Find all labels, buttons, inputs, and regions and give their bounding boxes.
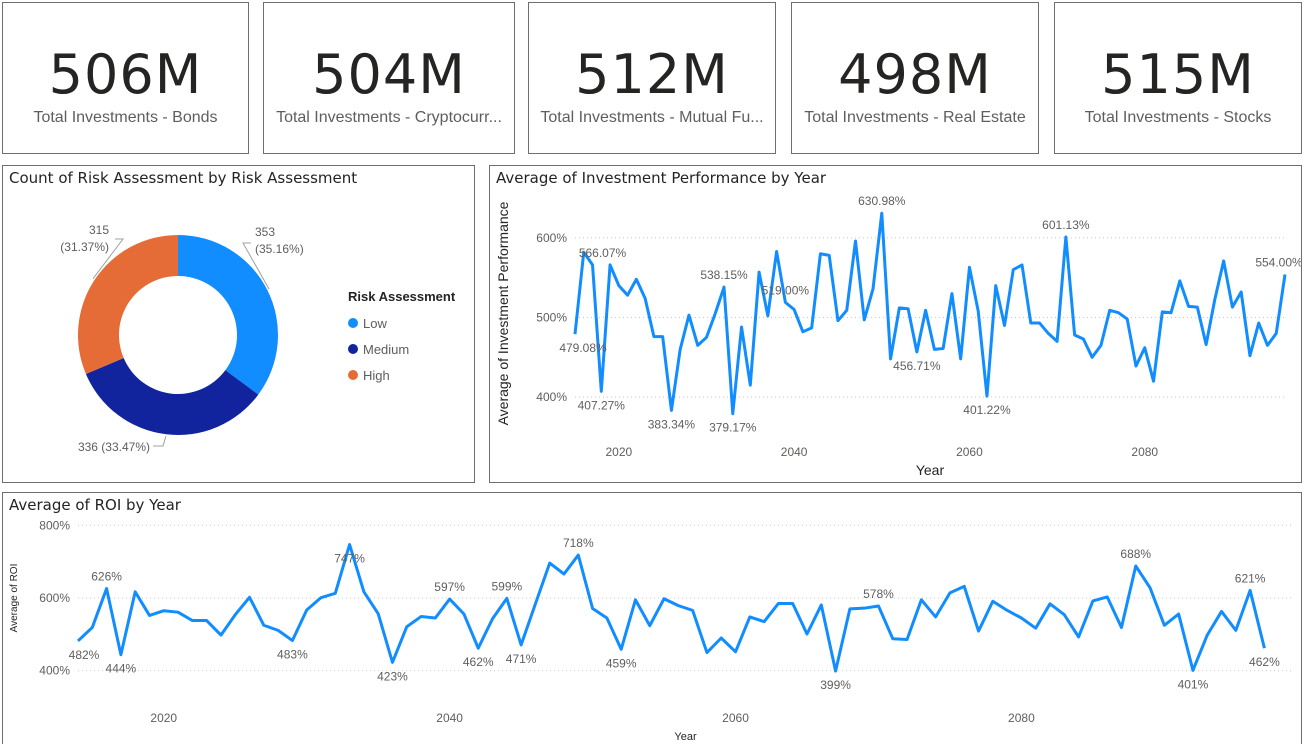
kpi-card[interactable]: 506M Total Investments - Bonds (2, 2, 249, 154)
data-label: 566.07% (579, 246, 627, 260)
legend-item-high[interactable]: High (348, 362, 455, 388)
data-label: 747% (334, 552, 365, 566)
legend-item-medium[interactable]: Medium (348, 336, 455, 362)
data-label: 482% (69, 648, 100, 662)
y-tick-label: 400% (39, 664, 70, 678)
data-label: 483% (277, 648, 308, 662)
kpi-label: Total Investments - Cryptocurr... (276, 109, 502, 126)
y-tick-label: 600% (39, 591, 70, 605)
kpi-label: Total Investments - Real Estate (804, 109, 1026, 126)
data-label: 407.27% (578, 398, 626, 412)
data-label: 718% (563, 536, 594, 550)
data-label: 626% (91, 570, 122, 584)
donut-data-label: 336 (33.47%) (78, 440, 150, 454)
y-axis-label: Average of ROI (9, 564, 20, 633)
kpi-value: 506M (48, 43, 203, 106)
x-tick-label: 2040 (436, 711, 463, 725)
data-label: 401.22% (963, 403, 1011, 417)
data-label: 459% (606, 656, 637, 670)
kpi-label: Total Investments - Mutual Fu... (540, 109, 764, 126)
data-label: 423% (377, 669, 408, 683)
legend-label: High (363, 367, 390, 383)
data-label: 538.15% (700, 268, 748, 282)
data-label: 554.00% (1255, 255, 1301, 269)
donut-slice-high[interactable] (77, 235, 178, 374)
kpi-card[interactable]: 498M Total Investments - Real Estate (791, 2, 1039, 154)
y-tick-label: 800% (39, 518, 70, 532)
x-tick-label: 2040 (781, 445, 808, 459)
legend-dot (348, 344, 358, 354)
donut-slice-low[interactable] (178, 235, 278, 395)
x-tick-label: 2080 (1008, 711, 1035, 725)
donut-panel: Count of Risk Assessment by Risk Assessm… (2, 165, 475, 483)
x-tick-label: 2020 (150, 711, 177, 725)
data-label: 519.00% (762, 283, 810, 297)
data-label: 688% (1120, 547, 1151, 561)
data-label: 401% (1178, 677, 1209, 691)
legend-label: Medium (363, 341, 410, 357)
data-label: 621% (1235, 571, 1266, 585)
donut-leader-line (153, 436, 167, 447)
donut-data-label-pct: (31.37%) (60, 240, 109, 254)
kpi-value: 504M (312, 43, 466, 106)
data-label: 599% (491, 579, 522, 593)
kpi-card[interactable]: 515M Total Investments - Stocks (1054, 2, 1302, 154)
roi-panel: Average of ROI by Year 400% 600% 800% 2020 2… (2, 492, 1302, 744)
legend-dot (348, 318, 358, 328)
donut-legend: Risk Assessment Low Medium High (348, 289, 455, 388)
y-axis-label: Average of Investment Performance (495, 201, 511, 425)
x-tick-label: 2080 (1131, 445, 1158, 459)
legend-item-low[interactable]: Low (348, 310, 455, 336)
roi-line-chart: 400% 600% 800% 2020 2040 2060 2080 Year Average … (9, 518, 1293, 743)
x-axis-label: Year (674, 731, 697, 743)
data-label: 462% (463, 655, 494, 669)
data-label: 444% (106, 662, 137, 676)
data-label: 456.71% (893, 359, 941, 373)
x-tick-label: 2060 (722, 711, 749, 725)
data-label: 399% (820, 678, 851, 692)
x-tick-label: 2060 (956, 445, 983, 459)
series-line[interactable] (76, 543, 1266, 673)
data-label: 578% (863, 587, 894, 601)
x-axis-label: Year (916, 462, 945, 478)
data-label: 479.08% (559, 341, 607, 355)
data-label: 383.34% (648, 417, 696, 431)
data-label: 601.13% (1042, 218, 1090, 232)
data-label: 471% (506, 652, 537, 666)
y-tick-label: 600% (536, 231, 567, 245)
donut-data-label: 353 (255, 225, 275, 239)
series-line[interactable] (573, 211, 1287, 416)
kpi-value: 512M (575, 43, 729, 106)
y-tick-label: 500% (536, 310, 567, 324)
perf-line-chart: 400% 500% 600% 2020 2040 2060 2080 Year Average … (495, 194, 1301, 478)
kpi-card[interactable]: 512M Total Investments - Mutual Fu... (528, 2, 776, 154)
kpi-value: 498M (838, 43, 992, 106)
perf-panel: Average of Investment Performance by Yea… (489, 165, 1302, 483)
data-label: 630.98% (858, 194, 906, 208)
legend-title: Risk Assessment (348, 289, 456, 304)
legend-label: Low (363, 315, 387, 331)
kpi-card[interactable]: 504M Total Investments - Cryptocurr... (263, 2, 515, 154)
kpi-label: Total Investments - Bonds (33, 109, 218, 126)
y-tick-label: 400% (536, 390, 567, 404)
kpi-value: 515M (1101, 43, 1255, 106)
donut-data-label: 315 (89, 223, 109, 237)
legend-dot (348, 370, 358, 380)
donut-data-label-pct: (35.16%) (255, 242, 304, 256)
data-label: 597% (434, 580, 465, 594)
data-label: 462% (1249, 655, 1280, 669)
kpi-label: Total Investments - Stocks (1084, 109, 1272, 126)
data-label: 379.17% (709, 421, 757, 435)
x-tick-label: 2020 (605, 445, 632, 459)
